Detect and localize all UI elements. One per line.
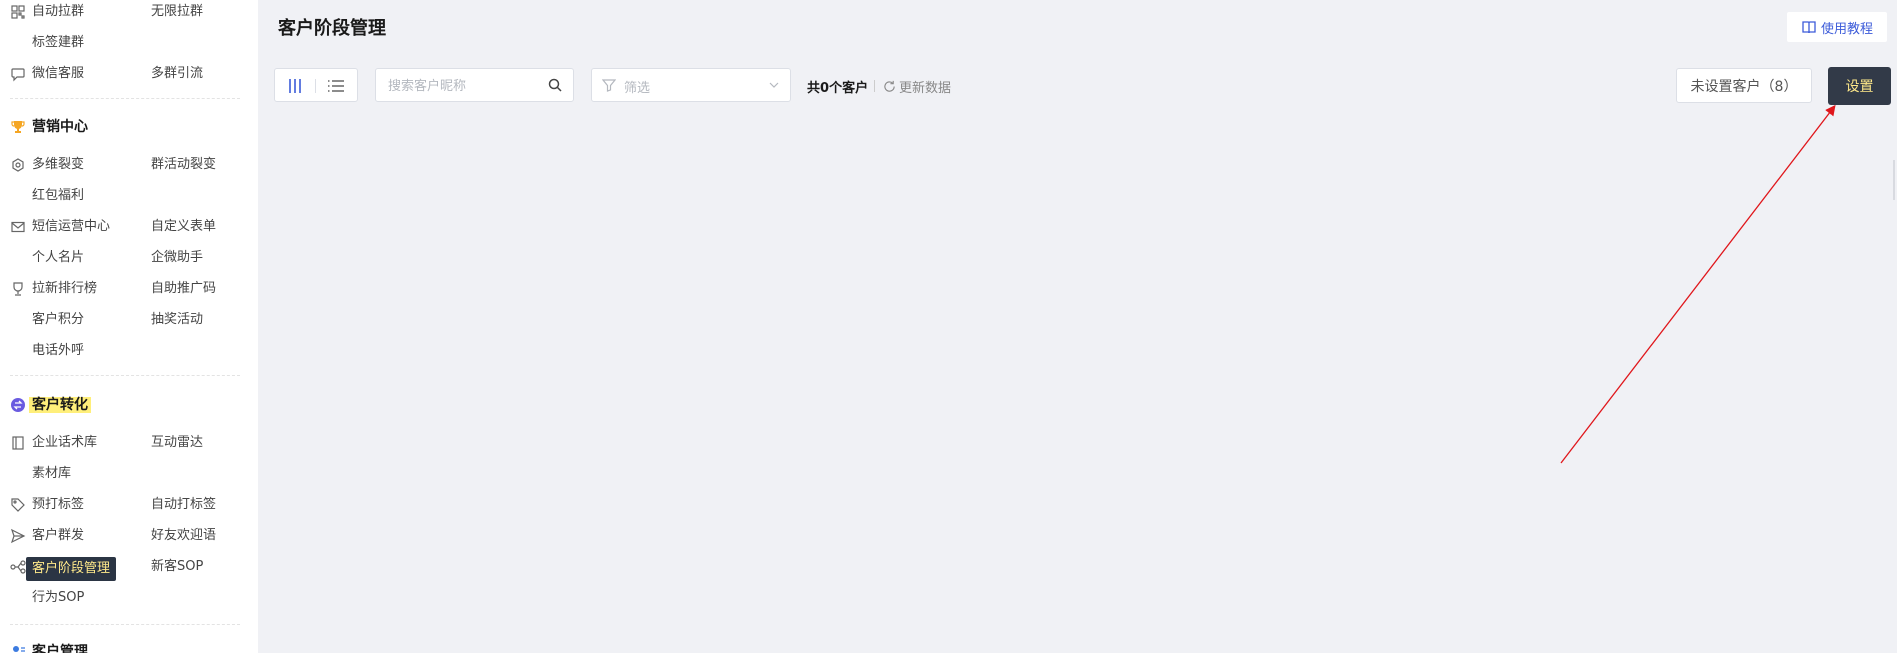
sidebar-item-promo-code[interactable]: 自助推广码 xyxy=(151,279,216,299)
list-view-icon[interactable] xyxy=(327,77,345,95)
sidebar-row: 预打标签 自动打标签 xyxy=(0,493,258,517)
sidebar-item-lottery[interactable]: 抽奖活动 xyxy=(151,310,203,330)
filter-icon xyxy=(602,78,616,92)
sidebar-row: 客户群发 好友欢迎语 xyxy=(0,524,258,548)
sidebar-row: 微信客服 多群引流 xyxy=(0,62,258,86)
sidebar-row: 标签建群 xyxy=(0,31,258,55)
sidebar-item-leaderboard[interactable]: 拉新排行榜 xyxy=(32,279,97,299)
sidebar-item-material-library[interactable]: 素材库 xyxy=(32,464,71,484)
sidebar-item-behavior-sop[interactable]: 行为SOP xyxy=(32,588,84,608)
divider xyxy=(10,98,240,99)
sidebar-row: 拉新排行榜 自助推广码 xyxy=(0,277,258,301)
chat-bubble-icon xyxy=(10,66,26,82)
sidebar-item-welcome-message[interactable]: 好友欢迎语 xyxy=(151,526,216,546)
sidebar-row: 行为SOP xyxy=(0,586,258,610)
columns-view-icon[interactable] xyxy=(286,77,304,95)
sidebar-item-script-library[interactable]: 企业话术库 xyxy=(32,433,97,453)
users-icon xyxy=(10,644,26,653)
conversion-icon xyxy=(10,397,26,413)
tutorial-label: 使用教程 xyxy=(1820,21,1873,37)
sidebar-item-unlimited-group[interactable]: 无限拉群 xyxy=(151,2,203,22)
sidebar-section-marketing: 营销中心 xyxy=(0,115,258,139)
send-icon xyxy=(10,528,26,544)
sidebar-item-wechat-service[interactable]: 微信客服 xyxy=(32,64,84,84)
refresh-label: 更新数据 xyxy=(899,81,952,96)
sidebar-row: 客户积分 抽奖活动 xyxy=(0,308,258,332)
sidebar-item-multi-group-traffic[interactable]: 多群引流 xyxy=(151,64,203,84)
tutorial-button[interactable]: 使用教程 xyxy=(1787,12,1887,42)
divider xyxy=(10,375,240,376)
sidebar-item-multi-fission[interactable]: 多维裂变 xyxy=(32,155,84,175)
sidebar-section-customer-management: 客户管理 xyxy=(0,640,258,653)
divider xyxy=(10,624,240,625)
sidebar-item-sms-center[interactable]: 短信运营中心 xyxy=(32,217,110,237)
sidebar-row: 多维裂变 群活动裂变 xyxy=(0,153,258,177)
sidebar-row: 素材库 xyxy=(0,462,258,486)
sidebar-item-customer-stage[interactable]: 客户阶段管理 xyxy=(26,557,117,581)
scrollbar-edge[interactable] xyxy=(1893,160,1895,200)
count-prefix: 共 xyxy=(807,81,821,96)
sidebar-item-business-card[interactable]: 个人名片 xyxy=(32,248,84,268)
sidebar-item-auto-group[interactable]: 自动拉群 xyxy=(32,2,84,22)
tag-icon xyxy=(10,497,26,513)
view-toggle xyxy=(274,68,358,102)
sidebar-item-group-activity-fission[interactable]: 群活动裂变 xyxy=(151,155,216,175)
unset-customers-button[interactable]: 未设置客户（8） xyxy=(1676,68,1812,103)
sidebar-item-wecom-assistant[interactable]: 企微助手 xyxy=(151,248,203,268)
refresh-data-button[interactable]: 更新数据 xyxy=(883,77,951,96)
sidebar-row: 电话外呼 xyxy=(0,339,258,363)
view-toggle-divider xyxy=(315,79,316,93)
trophy-icon xyxy=(10,119,26,135)
sidebar-item-tag-group[interactable]: 标签建群 xyxy=(32,33,84,53)
flow-icon xyxy=(10,559,26,575)
sidebar-row: 短信运营中心 自定义表单 xyxy=(0,215,258,239)
sidebar-item-red-packet[interactable]: 红包福利 xyxy=(32,186,84,206)
count-value: 0 xyxy=(820,81,830,96)
filter-select[interactable]: 筛选 xyxy=(591,68,791,102)
filter-placeholder: 筛选 xyxy=(624,81,651,96)
sidebar-item-new-customer-sop[interactable]: 新客SOP xyxy=(151,557,203,577)
refresh-icon xyxy=(884,80,895,92)
sidebar-row: 个人名片 企微助手 xyxy=(0,246,258,270)
sidebar-item-customer-points[interactable]: 客户积分 xyxy=(32,310,84,330)
section-title-conversion[interactable]: 客户转化 xyxy=(29,395,91,415)
sidebar-item-custom-form[interactable]: 自定义表单 xyxy=(151,217,216,237)
search-input[interactable] xyxy=(386,69,540,103)
sidebar-row: 客户阶段管理 新客SOP xyxy=(0,555,258,581)
sidebar-row: 企业话术库 互动雷达 xyxy=(0,431,258,455)
section-title-marketing[interactable]: 营销中心 xyxy=(32,117,88,137)
cup-icon xyxy=(10,281,26,297)
sidebar: 自动拉群 无限拉群 标签建群 微信客服 多群引流 营销中心 多维裂变 群活动裂变… xyxy=(0,0,258,653)
search-icon[interactable] xyxy=(547,77,563,93)
sidebar-item-mass-message[interactable]: 客户群发 xyxy=(32,526,84,546)
book-open-icon xyxy=(1802,21,1816,34)
section-title-conversion-label: 客户转化 xyxy=(29,397,91,413)
sidebar-row: 自动拉群 无限拉群 xyxy=(0,0,258,24)
sidebar-item-pre-tag[interactable]: 预打标签 xyxy=(32,495,84,515)
search-field xyxy=(375,68,574,103)
sidebar-row: 红包福利 xyxy=(0,184,258,208)
section-title-customer-management[interactable]: 客户管理 xyxy=(32,642,88,653)
envelope-icon xyxy=(10,219,26,235)
settings-button[interactable]: 设置 xyxy=(1828,67,1891,105)
sidebar-item-phone-call[interactable]: 电话外呼 xyxy=(32,341,84,361)
qrcode-icon xyxy=(10,4,26,20)
count-divider xyxy=(874,80,875,92)
customer-count: 共0个客户 xyxy=(807,77,868,96)
chevron-down-icon xyxy=(768,79,780,91)
count-suffix: 个客户 xyxy=(829,81,869,96)
sidebar-item-interaction-radar[interactable]: 互动雷达 xyxy=(151,433,203,453)
sidebar-item-auto-tag[interactable]: 自动打标签 xyxy=(151,495,216,515)
sidebar-section-conversion: 客户转化 xyxy=(0,393,258,417)
page-title: 客户阶段管理 xyxy=(278,18,386,39)
fission-icon xyxy=(10,157,26,173)
book-icon xyxy=(10,435,26,451)
